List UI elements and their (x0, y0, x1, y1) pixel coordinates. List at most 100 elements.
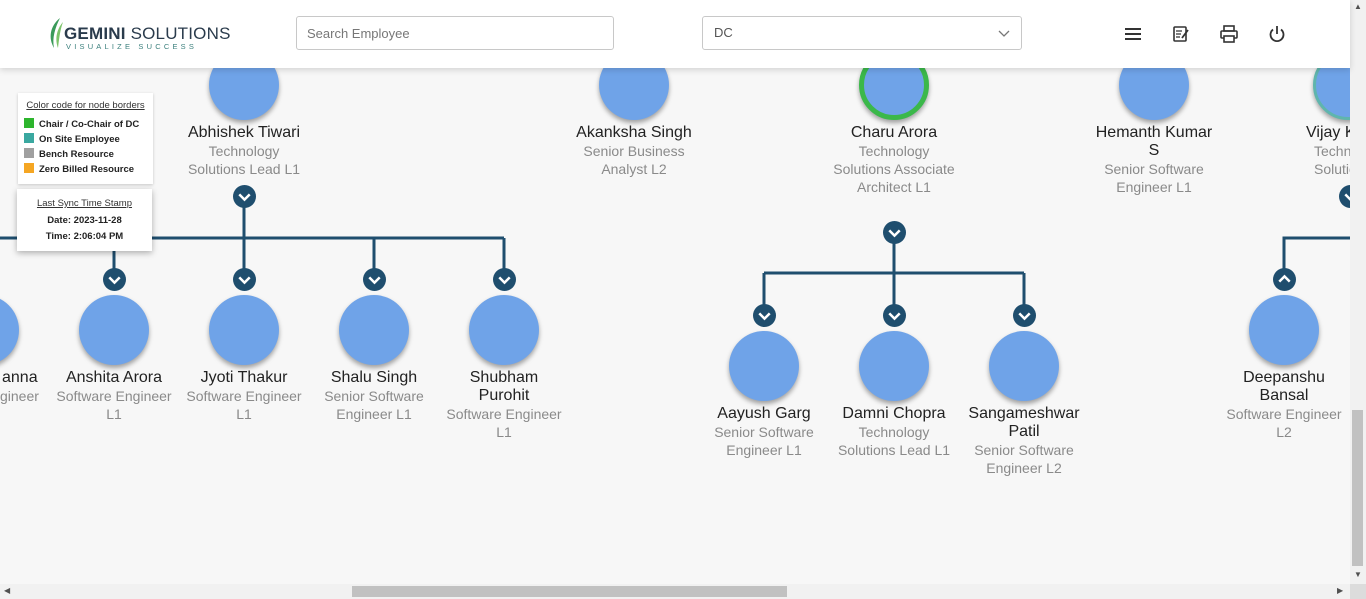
employee-name: Shubham Purohit (469, 369, 539, 404)
power-icon[interactable] (1267, 24, 1287, 44)
employee-designation: Software Engineer L1 (446, 406, 562, 440)
employee-node[interactable]: Hemanth Kumar S Senior Software Engineer… (1089, 68, 1219, 196)
logo-tagline: VISUALIZE SUCCESS (66, 42, 198, 51)
employee-name: Damni Chopra (842, 405, 946, 422)
employee-name: Deepanshu Bansal (1243, 369, 1325, 404)
avatar[interactable] (859, 331, 929, 401)
avatar[interactable] (339, 295, 409, 365)
gemini-logo[interactable]: GEMINI SOLUTIONS VISUALIZE SUCCESS (46, 16, 230, 52)
collapse-toggle-icon[interactable] (233, 185, 256, 208)
expand-toggle-icon[interactable] (1013, 304, 1036, 327)
employee-designation: Senior Software Engineer L1 (1104, 161, 1204, 195)
employee-designation: gineer (0, 388, 39, 404)
notes-icon[interactable] (1171, 24, 1191, 44)
employee-name: Shalu Singh (330, 369, 418, 386)
horizontal-scroll-thumb[interactable] (352, 586, 787, 597)
employee-designation: Software Engineer L1 (56, 388, 172, 422)
employee-node[interactable]: Shubham Purohit Software Engineer L1 (439, 295, 569, 441)
scroll-right-arrow-icon[interactable]: ▶ (1337, 586, 1343, 595)
employee-name: Hemanth Kumar S (1095, 124, 1213, 159)
employee-designation: Software Engineer L1 (186, 388, 302, 422)
employee-node[interactable]: Abhishek Tiwari Technology Solutions Lea… (179, 68, 309, 178)
scrollbar-corner (1350, 584, 1366, 599)
legend-swatch (24, 163, 34, 173)
employee-name: Jyoti Thakur (200, 369, 288, 386)
employee-name: Vijay K (1306, 124, 1350, 141)
avatar[interactable] (209, 295, 279, 365)
vertical-scroll-thumb[interactable] (1352, 410, 1363, 566)
employee-name: Sangameshwar Patil (968, 405, 1080, 440)
avatar[interactable] (469, 295, 539, 365)
last-sync-panel: Last Sync Time Stamp Date: 2023-11-28 Ti… (17, 189, 152, 251)
avatar[interactable] (599, 68, 669, 120)
employee-name: Abhishek Tiwari (187, 124, 301, 141)
employee-designation: Senior Software Engineer L2 (974, 442, 1074, 476)
employee-node[interactable]: Akanksha Singh Senior Business Analyst L… (569, 68, 699, 178)
legend-swatch (24, 133, 34, 143)
scroll-left-arrow-icon[interactable]: ◀ (4, 586, 10, 595)
menu-icon[interactable] (1123, 24, 1143, 44)
employee-name: Aayush Garg (717, 405, 811, 422)
expand-toggle-icon[interactable] (363, 268, 386, 291)
avatar[interactable] (1249, 295, 1319, 365)
expand-toggle-icon[interactable] (493, 268, 516, 291)
expand-toggle-icon[interactable] (103, 268, 126, 291)
employee-node[interactable]: Anshita Arora Software Engineer L1 (49, 295, 179, 423)
print-icon[interactable] (1219, 24, 1239, 44)
employee-designation: Senior Business Analyst L2 (583, 143, 685, 177)
legend-swatch (24, 148, 34, 158)
collapse-up-toggle-icon[interactable] (1273, 268, 1296, 291)
employee-node[interactable]: anna gineer (0, 295, 50, 405)
employee-node[interactable]: Sangameshwar Patil Senior Software Engin… (959, 331, 1089, 477)
sync-date: Date: 2023-11-28 (47, 215, 122, 226)
avatar[interactable] (1313, 68, 1350, 120)
employee-node[interactable]: Deepanshu Bansal Software Engineer L2 (1219, 295, 1349, 441)
avatar[interactable] (209, 68, 279, 120)
avatar[interactable] (989, 331, 1059, 401)
employee-designation: Techn Solutions (1314, 143, 1350, 177)
employee-designation: Senior Software Engineer L1 (714, 424, 814, 458)
employee-node[interactable]: Vijay K Techn Solutions (1285, 68, 1350, 178)
employee-name: Anshita Arora (65, 369, 163, 386)
employee-designation: Technology Solutions Lead L1 (837, 424, 951, 458)
sync-time: Time: 2:06:04 PM (45, 231, 124, 242)
employee-designation: Technology Solutions Associate Architect… (833, 143, 955, 195)
dc-select-value: DC (714, 25, 733, 40)
legend-item: Bench Resource (24, 148, 147, 163)
employee-node[interactable]: Shalu Singh Senior Software Engineer L1 (309, 295, 439, 423)
employee-node[interactable]: Jyoti Thakur Software Engineer L1 (179, 295, 309, 423)
scroll-up-arrow-icon[interactable]: ▲ (1354, 2, 1362, 11)
expand-toggle-icon[interactable] (753, 304, 776, 327)
employee-name: anna (2, 369, 38, 386)
legend-item: Chair / Co-Chair of DC (24, 118, 147, 133)
avatar[interactable] (859, 68, 929, 120)
avatar[interactable] (0, 295, 19, 365)
legend-title: Color code for node borders (26, 100, 145, 111)
logo-brand: GEMINI SOLUTIONS (64, 24, 231, 43)
expand-toggle-icon[interactable] (233, 268, 256, 291)
sync-title: Last Sync Time Stamp (36, 198, 133, 209)
employee-node[interactable]: Aayush Garg Senior Software Engineer L1 (699, 331, 829, 459)
dc-select[interactable]: DC (702, 16, 1022, 50)
employee-node[interactable]: Charu Arora Technology Solutions Associa… (829, 68, 959, 196)
legend-item: On Site Employee (24, 133, 147, 148)
collapse-toggle-icon[interactable] (883, 221, 906, 244)
avatar[interactable] (1119, 68, 1189, 120)
avatar[interactable] (729, 331, 799, 401)
employee-designation: Technology Solutions Lead L1 (187, 143, 301, 177)
legend-swatch (24, 118, 34, 128)
collapse-toggle-icon[interactable] (1339, 185, 1350, 208)
employee-designation: Software Engineer L2 (1226, 406, 1342, 440)
scroll-down-arrow-icon[interactable]: ▼ (1354, 570, 1362, 579)
chevron-down-icon (998, 30, 1010, 37)
avatar[interactable] (79, 295, 149, 365)
expand-toggle-icon[interactable] (883, 304, 906, 327)
search-employee-input[interactable] (296, 16, 614, 50)
employee-name: Charu Arora (850, 124, 938, 141)
employee-designation: Senior Software Engineer L1 (324, 388, 424, 422)
legend-item: Zero Billed Resource (24, 163, 147, 178)
leaf-logo-icon (50, 18, 63, 48)
org-chart-canvas[interactable]: Abhishek Tiwari Technology Solutions Lea… (0, 68, 1350, 584)
employee-name: Akanksha Singh (576, 124, 692, 141)
employee-node[interactable]: Damni Chopra Technology Solutions Lead L… (829, 331, 959, 459)
